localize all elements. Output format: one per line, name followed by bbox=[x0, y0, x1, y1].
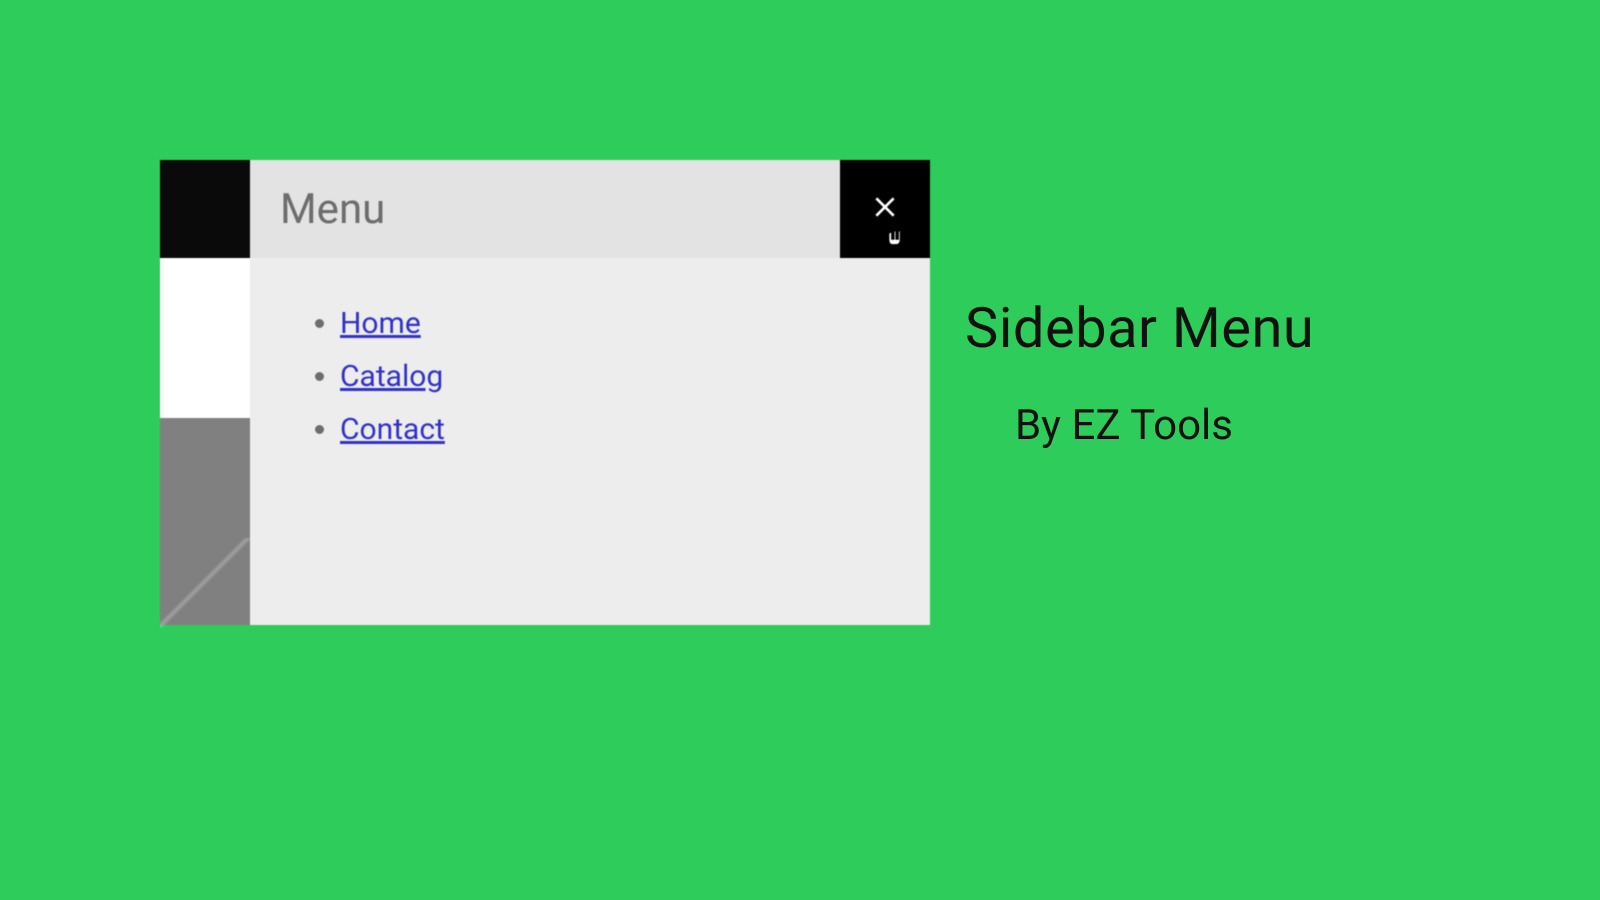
sidebar-panel: Menu Home Catalog Contact bbox=[250, 160, 930, 625]
sidebar-title: Menu bbox=[280, 185, 385, 234]
pointer-cursor-icon bbox=[882, 222, 906, 252]
close-icon bbox=[872, 194, 898, 224]
background-page-strip bbox=[160, 160, 250, 625]
list-item: Home bbox=[340, 306, 930, 341]
list-item: Catalog bbox=[340, 359, 930, 394]
sidebar-menu-list: Home Catalog Contact bbox=[250, 258, 930, 447]
sidebar-header: Menu bbox=[250, 160, 930, 258]
sidebar-item-catalog[interactable]: Catalog bbox=[340, 359, 443, 394]
close-button[interactable] bbox=[840, 160, 930, 258]
caption-title: Sidebar Menu bbox=[965, 295, 1314, 361]
list-item: Contact bbox=[340, 412, 930, 447]
sidebar-menu-screenshot: Menu Home Catalog Contact bbox=[160, 160, 930, 625]
caption-subtitle: By EZ Tools bbox=[1015, 401, 1314, 450]
sidebar-item-home[interactable]: Home bbox=[340, 306, 421, 341]
sidebar-item-contact[interactable]: Contact bbox=[340, 412, 445, 447]
slide-caption: Sidebar Menu By EZ Tools bbox=[965, 295, 1314, 450]
